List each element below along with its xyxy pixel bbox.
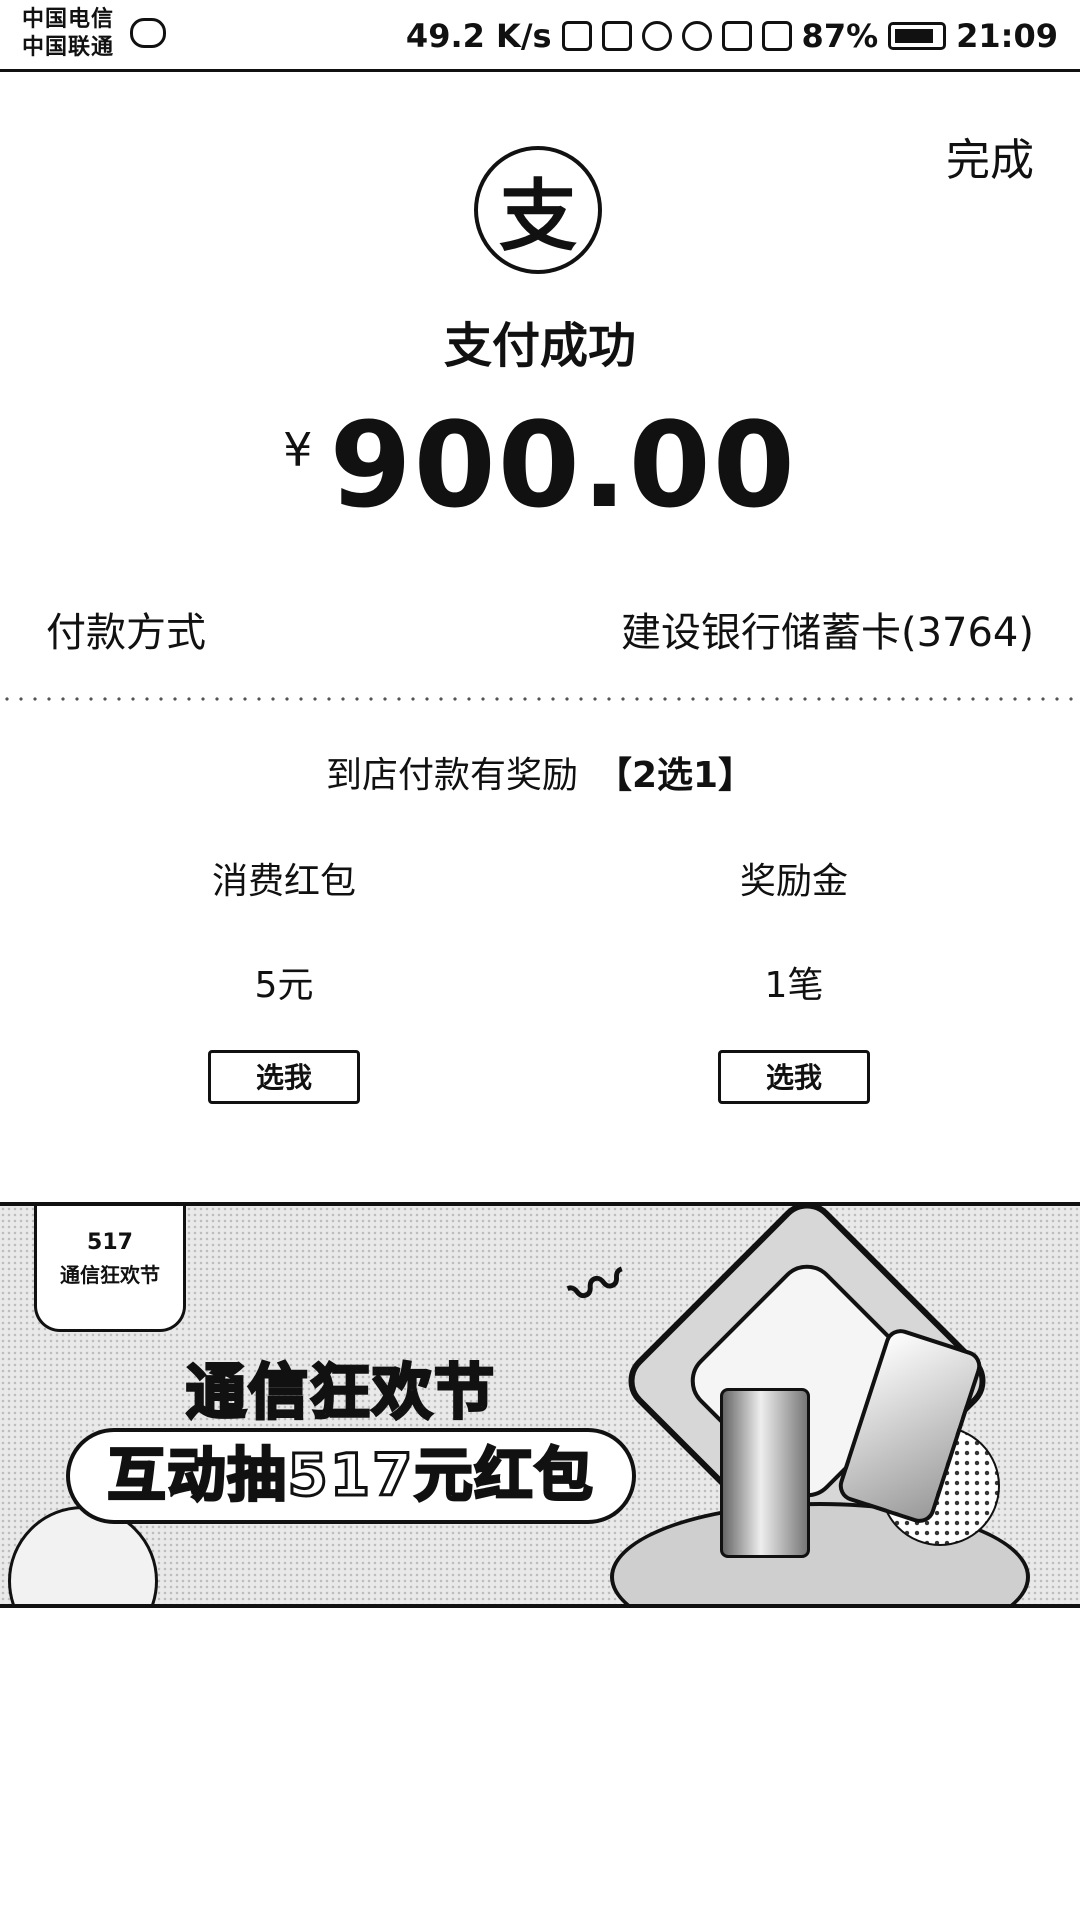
status-icons: 49.2 K/s 87% 21:09 (406, 14, 1058, 58)
reward-option-value: 1笔 (764, 965, 824, 1006)
reward-choice: 【2选1】 (595, 755, 755, 796)
badge-name: 通信狂欢节 (60, 1263, 160, 1287)
payment-method-value: 建设银行储蓄卡(3764) (620, 610, 1034, 656)
badge-number: 517 (87, 1230, 133, 1255)
network-speed: 49.2 K/s (405, 17, 552, 55)
reward-option-bonus: 奖励金 1笔 选我 (644, 852, 944, 1104)
carrier-2: 中国联通 (22, 35, 115, 60)
message-bubble-icon (130, 18, 166, 48)
dotted-divider (0, 696, 1080, 702)
decorative-squiggle-icon: 〰 (560, 1247, 636, 1328)
banner-subline: 互动抽517元红包 (66, 1428, 636, 1524)
carrier-info: 中国电信 中国联通 (22, 6, 132, 62)
choose-bonus-button[interactable]: 选我 (718, 1050, 870, 1104)
status-bar: 中国电信 中国联通 49.2 K/s 87% 21:09 (0, 0, 1080, 72)
payment-status-title: 支付成功 (443, 318, 636, 374)
alarm-icon (641, 21, 672, 51)
reward-option-name: 消费红包 (211, 861, 356, 902)
wifi-icon (681, 21, 712, 51)
payment-amount: ¥ 900.00 (0, 396, 1080, 534)
banner-headline: 通信狂欢节 (185, 1357, 496, 1430)
signal-4g-icon (721, 21, 752, 51)
battery-percent: 87% (801, 17, 879, 55)
signal-3g-icon (761, 21, 792, 51)
vibrate-icon (601, 21, 632, 51)
choose-red-packet-button[interactable]: 选我 (208, 1050, 360, 1104)
reward-option-value: 5元 (254, 965, 314, 1006)
amount-value: 900.00 (329, 396, 797, 534)
reward-title: 到店付款有奖励 【2选1】 (0, 746, 1080, 798)
battery-icon (888, 22, 947, 50)
carrier-1: 中国电信 (22, 7, 115, 32)
currency-symbol: ¥ (283, 423, 313, 477)
reward-option-name: 奖励金 (739, 861, 848, 902)
payment-method-label: 付款方式 (46, 610, 206, 656)
headset-icon (561, 21, 592, 51)
alipay-logo-icon: 支 (474, 146, 602, 274)
promo-banner[interactable]: 〰 517 通信狂欢节 通信狂欢节 互动抽517元红包 (0, 1202, 1080, 1608)
product-can-image (720, 1388, 810, 1558)
festival-badge: 517 通信狂欢节 (34, 1206, 186, 1332)
done-button[interactable]: 完成 (946, 124, 1034, 188)
reward-option-red-packet: 消费红包 5元 选我 (134, 852, 434, 1104)
clock: 21:09 (956, 17, 1058, 55)
reward-title-text: 到店付款有奖励 (325, 755, 578, 796)
